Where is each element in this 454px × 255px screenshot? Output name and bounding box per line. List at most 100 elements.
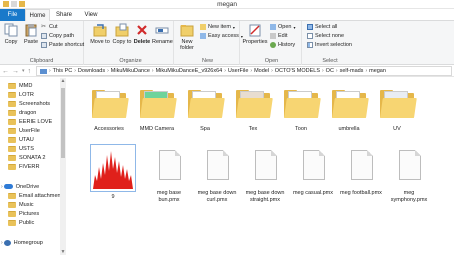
chevron-right-icon[interactable]: › xyxy=(224,68,226,74)
nav-item[interactable]: LOTR xyxy=(8,90,34,99)
nav-item[interactable]: dragon xyxy=(8,108,36,117)
history-label: History xyxy=(278,42,296,48)
breadcrumb-item[interactable]: self-mads xyxy=(340,68,364,74)
select-none-label: Select none xyxy=(315,33,345,39)
tab-share[interactable]: Share xyxy=(52,9,76,21)
chevron-right-icon[interactable]: › xyxy=(152,68,154,74)
folder-icon xyxy=(233,82,273,124)
breadcrumb-item[interactable]: MikuMikuDance xyxy=(111,68,150,74)
chevron-right-icon[interactable]: › xyxy=(336,68,338,74)
paste-shortcut-icon xyxy=(41,42,47,48)
file-name: meg casual.pmx xyxy=(292,190,334,196)
up-arrow-icon[interactable]: ↑ xyxy=(28,68,32,75)
breadcrumb-item[interactable]: Downloads xyxy=(78,68,105,74)
back-arrow-icon[interactable]: ← xyxy=(2,68,9,75)
copy-to-button[interactable]: Copy to xyxy=(112,23,132,45)
chevron-down-icon[interactable]: ▾ xyxy=(22,68,25,74)
image-file-item[interactable]: 9 xyxy=(90,144,136,201)
new-item-button[interactable]: New item ▾ xyxy=(200,23,235,31)
document-item[interactable]: meg casual.pmx xyxy=(290,146,336,197)
breadcrumb-item[interactable]: Model xyxy=(254,68,269,74)
chevron-right-icon[interactable]: › xyxy=(1,184,3,190)
easy-access-button[interactable]: Easy access ▾ xyxy=(200,32,243,40)
breadcrumb-item[interactable]: UserFile xyxy=(228,68,248,74)
document-item[interactable]: meg symphony.pmx xyxy=(386,146,432,203)
nav-item[interactable]: Public xyxy=(8,218,34,227)
history-button[interactable]: History xyxy=(270,41,295,49)
nav-item[interactable]: Pictures xyxy=(8,209,39,218)
chevron-right-icon[interactable]: › xyxy=(322,68,324,74)
document-item[interactable]: meg base down straight.pmx xyxy=(242,146,288,203)
invert-selection-icon xyxy=(307,42,313,48)
folder-icon xyxy=(8,219,16,226)
folder-item[interactable]: UV xyxy=(374,82,420,133)
breadcrumb-item[interactable]: This PC xyxy=(53,68,73,74)
open-icon xyxy=(270,24,276,30)
nav-item-homegroup[interactable]: › Homegroup xyxy=(1,238,43,247)
scrollbar-thumb[interactable] xyxy=(61,88,65,158)
select-none-button[interactable]: Select none xyxy=(307,32,344,40)
rename-button[interactable]: Rename xyxy=(152,23,173,45)
folder-item[interactable]: umbrella xyxy=(326,82,372,133)
paste-shortcut-button[interactable]: Paste shortcut xyxy=(41,41,84,49)
forward-arrow-icon[interactable]: → xyxy=(12,68,19,75)
chevron-right-icon[interactable]: › xyxy=(271,68,273,74)
nav-item-onedrive[interactable]: › OneDrive xyxy=(1,182,39,191)
chevron-right-icon[interactable]: › xyxy=(250,68,252,74)
folder-item[interactable]: Spa xyxy=(182,82,228,133)
folder-item[interactable]: Tex xyxy=(230,82,276,133)
nav-item[interactable]: EERIE LOVE xyxy=(8,117,52,126)
folder-icon xyxy=(8,100,16,107)
document-item[interactable]: meg base bun.pmx xyxy=(146,146,192,203)
chevron-right-icon[interactable]: › xyxy=(1,240,3,246)
copy-button[interactable]: Copy xyxy=(2,23,20,45)
select-group: Select all Select none Invert selection … xyxy=(304,21,356,65)
breadcrumb-item[interactable]: MikuMikuDanceE_v926x64 xyxy=(156,68,223,74)
folder-item[interactable]: Accessories xyxy=(86,82,132,133)
chevron-right-icon[interactable]: › xyxy=(49,68,51,74)
properties-button[interactable]: Properties xyxy=(242,23,268,45)
nav-item[interactable]: MMD xyxy=(8,81,32,90)
breadcrumb-item[interactable]: OC xyxy=(326,68,334,74)
copy-to-icon xyxy=(115,23,129,37)
cut-button[interactable]: ✂ Cut xyxy=(41,23,58,31)
file-list: Accessories MMD Camera Spa Tex Toon umbr… xyxy=(66,78,454,255)
nav-item[interactable]: Screenshots xyxy=(8,99,50,108)
nav-item-label: Homegroup xyxy=(13,239,43,246)
document-item[interactable]: meg base down curl.pmx xyxy=(194,146,240,203)
select-all-button[interactable]: Select all xyxy=(307,23,337,31)
copy-path-button[interactable]: Copy path xyxy=(41,32,74,40)
breadcrumb-item[interactable]: OCTO'S MODELS xyxy=(275,68,320,74)
open-button[interactable]: Open ▾ xyxy=(270,23,295,31)
nav-item[interactable]: UTAU xyxy=(8,135,34,144)
nav-item-label: UserFile xyxy=(19,127,40,134)
tab-file[interactable]: File xyxy=(0,9,25,21)
breadcrumb-item[interactable]: megan xyxy=(369,68,386,74)
chevron-right-icon[interactable]: › xyxy=(107,68,109,74)
nav-item[interactable]: Email attachments xyxy=(8,191,65,200)
nav-item[interactable]: SONATA 2 xyxy=(8,153,46,162)
nav-item[interactable]: UserFile xyxy=(8,126,40,135)
breadcrumb[interactable]: › This PC › Downloads › MikuMikuDance › … xyxy=(36,66,452,76)
document-item[interactable]: meg football.pmx xyxy=(338,146,384,197)
delete-button[interactable]: Delete xyxy=(133,23,151,45)
paste-button[interactable]: Paste xyxy=(22,23,40,45)
move-to-button[interactable]: Move to xyxy=(90,23,110,45)
folder-icon xyxy=(8,127,16,134)
chevron-right-icon[interactable]: › xyxy=(365,68,367,74)
file-name: meg football.pmx xyxy=(340,190,382,196)
select-all-icon xyxy=(307,24,313,30)
invert-selection-button[interactable]: Invert selection xyxy=(307,41,352,49)
copy-path-icon xyxy=(41,33,47,39)
tab-view[interactable]: View xyxy=(80,9,102,21)
nav-item[interactable]: Music xyxy=(8,200,34,209)
nav-item[interactable]: FIVERR xyxy=(8,162,40,171)
edit-button[interactable]: Edit xyxy=(270,32,287,40)
folder-item[interactable]: Toon xyxy=(278,82,324,133)
nav-item[interactable]: USTS xyxy=(8,144,34,153)
chevron-right-icon[interactable]: › xyxy=(74,68,76,74)
clipboard-group: Copy Paste ✂ Cut Copy path Paste shortcu… xyxy=(0,21,84,65)
folder-item[interactable]: MMD Camera xyxy=(134,82,180,133)
new-folder-label: New folder xyxy=(180,39,194,51)
new-folder-button[interactable]: New folder xyxy=(177,23,197,51)
